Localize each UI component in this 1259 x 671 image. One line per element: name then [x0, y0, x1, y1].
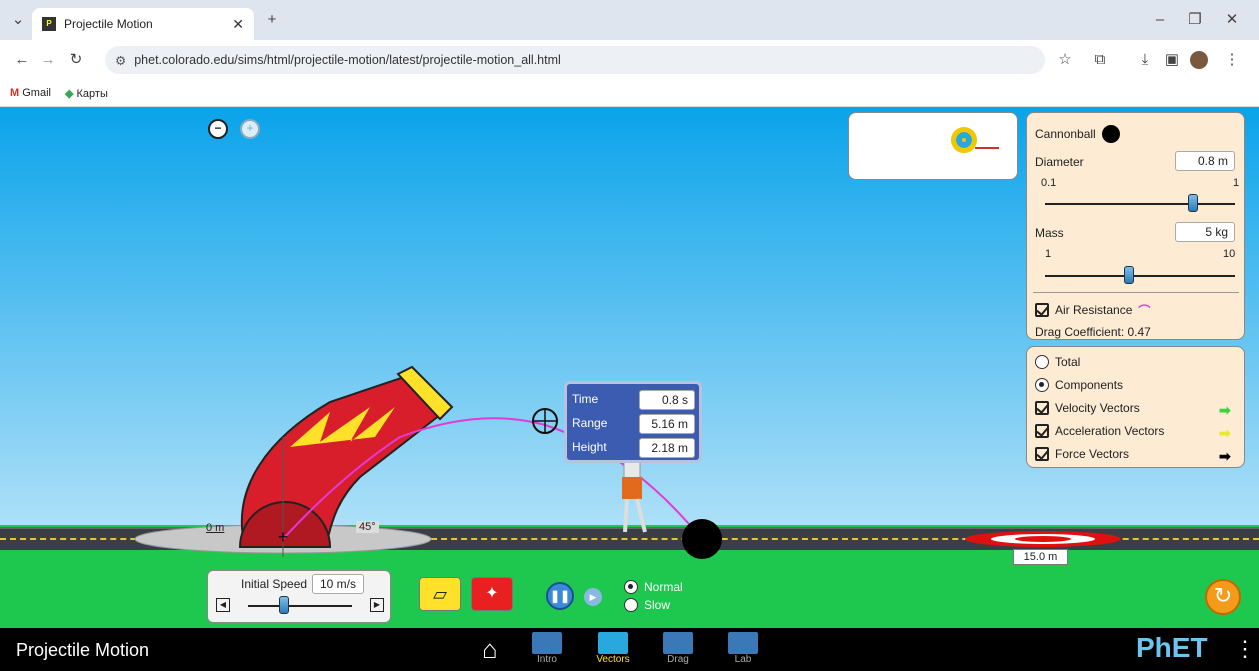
tab-intro[interactable]: Intro	[524, 632, 570, 665]
phet-logo[interactable]: PhET	[1136, 632, 1208, 664]
eraser-icon: ▱	[433, 584, 447, 604]
bookmarks-bar: M Gmail ◆ Карты	[0, 80, 1259, 107]
site-info-icon[interactable]: ⚙	[115, 53, 126, 68]
velocity-arrow-icon: ➡	[1219, 402, 1231, 418]
speed-increment-button[interactable]: ▶	[370, 598, 384, 612]
diameter-label: Diameter	[1035, 155, 1084, 169]
diameter-value: 0.8 m	[1175, 151, 1235, 171]
initial-speed-control: Initial Speed 10 m/s ◀ ▶	[207, 570, 391, 623]
close-window-icon[interactable]: ✕	[1222, 10, 1242, 30]
speed-slider-thumb[interactable]	[279, 596, 290, 614]
acceleration-vectors-checkbox[interactable]: Acceleration Vectors	[1035, 420, 1164, 442]
diameter-max: 1	[1233, 177, 1240, 189]
air-resistance-arc-icon: ⌒	[1138, 303, 1151, 318]
cannon[interactable]	[238, 365, 454, 548]
minimize-icon[interactable]: –	[1150, 10, 1170, 30]
angle-label: 45°	[356, 521, 379, 533]
tab-lab[interactable]: Lab	[720, 632, 766, 665]
force-arrow-icon: ➡	[1219, 448, 1231, 464]
initial-speed-value: 10 m/s	[312, 574, 364, 594]
tab-title: Projectile Motion	[64, 17, 153, 31]
speed-decrement-button[interactable]: ◀	[216, 598, 230, 612]
avatar[interactable]	[1190, 51, 1208, 69]
reload-icon[interactable]: ↻	[66, 50, 86, 70]
height-label: Height	[572, 440, 607, 454]
time-label: Time	[572, 392, 599, 406]
browser-tab[interactable]: P Projectile Motion ✕	[32, 8, 254, 40]
bookmark-maps[interactable]: ◆ Карты	[65, 87, 108, 100]
tab-vectors[interactable]: Vectors	[590, 632, 636, 665]
step-button[interactable]: ▶	[584, 588, 602, 606]
menu-icon[interactable]: ⋮	[1222, 50, 1242, 70]
mass-slider-track[interactable]	[1045, 275, 1235, 277]
cannon-fire-icon: ✦	[485, 585, 499, 602]
panel-divider	[1033, 292, 1239, 293]
browser-tab-strip: ⌄ P Projectile Motion ✕ + – ❐ ✕	[0, 0, 1259, 40]
diameter-min: 0.1	[1041, 177, 1057, 189]
simulation-area: − + + 0 m 45° 15.0 m Time 0.8 s Range 5.…	[0, 107, 1259, 628]
reset-icon: ↻	[1213, 583, 1233, 608]
reset-all-button[interactable]: ↻	[1205, 579, 1241, 615]
fire-button[interactable]: ✦	[471, 577, 513, 611]
range-value: 5.16 m	[639, 414, 695, 434]
tab-search-icon[interactable]: ⌄	[8, 10, 28, 30]
bookmark-star-icon[interactable]: ☆	[1055, 50, 1075, 70]
diameter-slider-thumb[interactable]	[1188, 194, 1199, 212]
restore-icon[interactable]: ❐	[1185, 10, 1205, 30]
time-value: 0.8 s	[639, 390, 695, 410]
projectile-name: Cannonball	[1035, 127, 1096, 141]
force-vectors-checkbox[interactable]: Force Vectors	[1035, 443, 1129, 465]
step-icon: ▶	[589, 592, 597, 602]
bookmark-gmail[interactable]: M Gmail	[10, 87, 51, 99]
projectile-panel: Cannonball Diameter 0.8 m 0.1 1 Mass 5 k…	[1026, 112, 1245, 340]
close-tab-icon[interactable]: ✕	[232, 16, 244, 33]
mass-max: 10	[1223, 248, 1236, 260]
mass-min: 1	[1045, 248, 1052, 260]
origin-label: 0 m	[206, 522, 225, 534]
cannonball-icon	[1101, 125, 1120, 143]
tab-drag[interactable]: Drag	[655, 632, 701, 665]
home-icon[interactable]: ⌂	[482, 634, 498, 665]
target-distance-label: 15.0 m	[1013, 549, 1068, 565]
range-label: Range	[572, 416, 608, 430]
slow-speed-radio[interactable]: Slow	[624, 594, 670, 616]
pause-button[interactable]: ❚❚	[546, 582, 574, 610]
sim-title: Projectile Motion	[16, 640, 150, 660]
acceleration-arrow-icon: ➡	[1219, 425, 1231, 441]
new-tab-icon[interactable]: +	[262, 10, 282, 30]
origin-crosshair-icon[interactable]: +	[278, 527, 289, 547]
initial-speed-label: Initial Speed	[241, 577, 308, 591]
target-center	[1015, 536, 1071, 542]
phet-favicon-icon: P	[42, 17, 56, 31]
components-radio[interactable]: Components	[1035, 374, 1123, 396]
cannonball	[682, 519, 722, 559]
url-text: phet.colorado.edu/sims/html/projectile-m…	[134, 53, 561, 67]
forward-icon[interactable]: →	[38, 50, 58, 70]
air-resistance-checkbox[interactable]: Air Resistance ⌒	[1035, 299, 1150, 321]
navigation-bar: Projectile Motion ⌂ Intro Vectors Drag L…	[0, 628, 1259, 671]
eraser-button[interactable]: ▱	[419, 577, 461, 611]
pause-icon: ❚❚	[549, 589, 571, 603]
diameter-slider-track[interactable]	[1045, 203, 1235, 205]
vectors-panel: Total Components Velocity Vectors Accele…	[1026, 346, 1245, 468]
back-icon[interactable]: ←	[12, 50, 32, 70]
extensions-icon[interactable]: ⧉	[1090, 50, 1110, 70]
phet-menu-icon[interactable]: ⋮	[1234, 636, 1256, 662]
measurement-readout[interactable]: Time 0.8 s Range 5.16 m Height 2.18 m	[564, 381, 702, 463]
total-radio[interactable]: Total	[1035, 351, 1080, 373]
drag-coefficient-label: Drag Coefficient: 0.47	[1035, 325, 1151, 339]
height-value: 2.18 m	[639, 438, 695, 458]
side-panel-icon[interactable]: ▣	[1162, 50, 1182, 70]
address-bar[interactable]: ⚙ phet.colorado.edu/sims/html/projectile…	[105, 46, 1045, 74]
velocity-vectors-checkbox[interactable]: Velocity Vectors	[1035, 397, 1140, 419]
mass-slider-thumb[interactable]	[1123, 266, 1134, 284]
download-icon[interactable]: ⤓	[1135, 50, 1155, 70]
speed-slider-track[interactable]	[248, 605, 352, 607]
mass-value: 5 kg	[1175, 222, 1235, 242]
mass-label: Mass	[1035, 226, 1064, 240]
